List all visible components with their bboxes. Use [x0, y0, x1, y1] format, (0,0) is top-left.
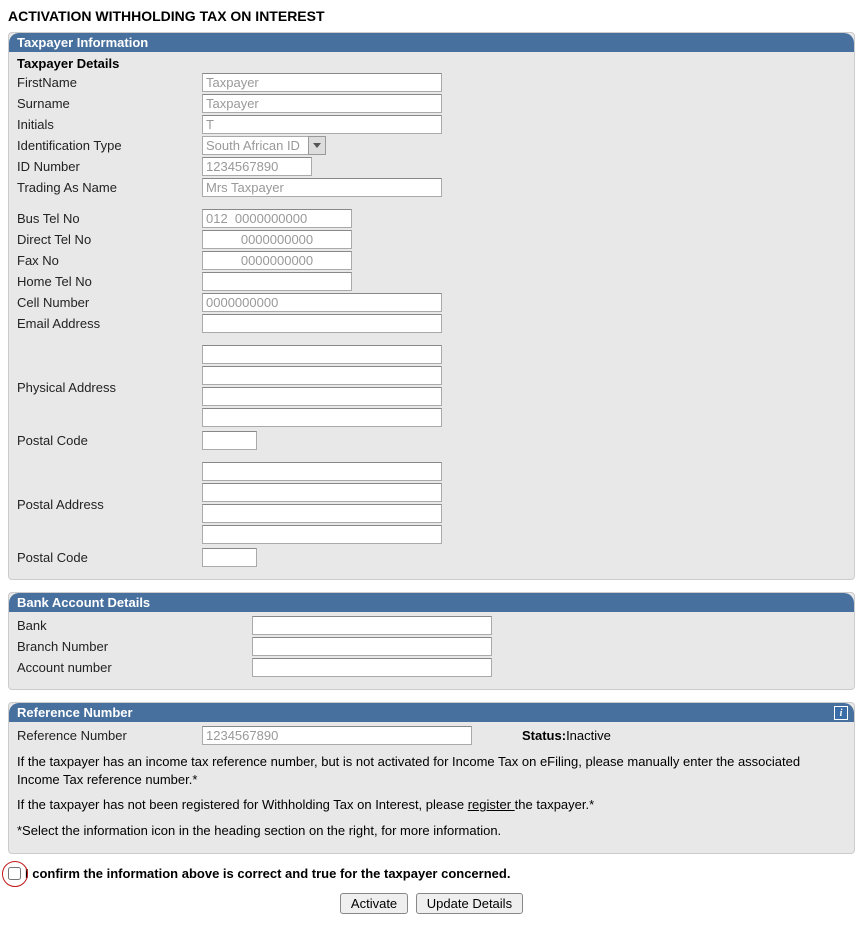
- post-addr-1-input[interactable]: [202, 462, 442, 481]
- direct-tel-input[interactable]: [202, 230, 352, 249]
- cell-input[interactable]: [202, 293, 442, 312]
- post-addr-label: Postal Address: [17, 497, 202, 512]
- ref-note-2: If the taxpayer has not been registered …: [17, 796, 846, 814]
- button-row: Activate Update Details: [8, 893, 855, 914]
- home-tel-input[interactable]: [202, 272, 352, 291]
- id-number-input[interactable]: [202, 157, 312, 176]
- ref-panel-title: Reference Number: [17, 705, 133, 720]
- post-addr-2-input[interactable]: [202, 483, 442, 502]
- fax-label: Fax No: [17, 253, 202, 268]
- branch-label: Branch Number: [17, 639, 252, 654]
- firstname-label: FirstName: [17, 75, 202, 90]
- email-input[interactable]: [202, 314, 442, 333]
- account-label: Account number: [17, 660, 252, 675]
- id-type-select[interactable]: South African ID: [202, 136, 326, 155]
- initials-input[interactable]: [202, 115, 442, 134]
- branch-input[interactable]: [252, 637, 492, 656]
- info-icon[interactable]: i: [834, 706, 848, 720]
- ref-panel: Reference Number i Reference Number Stat…: [8, 702, 855, 854]
- id-type-value: South African ID: [202, 136, 308, 155]
- id-number-label: ID Number: [17, 159, 202, 174]
- status-line: Status:Inactive: [522, 728, 611, 743]
- surname-label: Surname: [17, 96, 202, 111]
- chevron-down-icon: [313, 143, 321, 148]
- surname-input[interactable]: [202, 94, 442, 113]
- ref-note-2b: the taxpayer.*: [515, 797, 595, 812]
- activate-button[interactable]: Activate: [340, 893, 408, 914]
- bank-label: Bank: [17, 618, 252, 633]
- taxpayer-details-heading: Taxpayer Details: [17, 56, 846, 71]
- id-type-dropdown-button[interactable]: [308, 136, 326, 155]
- phys-postal-label: Postal Code: [17, 433, 202, 448]
- phys-addr-2-input[interactable]: [202, 366, 442, 385]
- email-label: Email Address: [17, 316, 202, 331]
- status-value: Inactive: [566, 728, 611, 743]
- ref-note-2a: If the taxpayer has not been registered …: [17, 797, 468, 812]
- fax-input[interactable]: [202, 251, 352, 270]
- firstname-input[interactable]: [202, 73, 442, 92]
- bus-tel-input[interactable]: [202, 209, 352, 228]
- id-type-label: Identification Type: [17, 138, 202, 153]
- bus-tel-label: Bus Tel No: [17, 211, 202, 226]
- page-title: ACTIVATION WITHHOLDING TAX ON INTEREST: [8, 8, 855, 24]
- confirm-row: I confirm the information above is corre…: [8, 866, 855, 881]
- trading-input[interactable]: [202, 178, 442, 197]
- post-addr-3-input[interactable]: [202, 504, 442, 523]
- post-postal-label: Postal Code: [17, 550, 202, 565]
- bank-input[interactable]: [252, 616, 492, 635]
- home-tel-label: Home Tel No: [17, 274, 202, 289]
- phys-addr-4-input[interactable]: [202, 408, 442, 427]
- confirm-label: I confirm the information above is corre…: [25, 866, 510, 881]
- phys-addr-1-input[interactable]: [202, 345, 442, 364]
- status-label: Status:: [522, 728, 566, 743]
- initials-label: Initials: [17, 117, 202, 132]
- taxpayer-panel-header: Taxpayer Information: [9, 33, 854, 52]
- post-addr-4-input[interactable]: [202, 525, 442, 544]
- phys-addr-3-input[interactable]: [202, 387, 442, 406]
- post-postal-input[interactable]: [202, 548, 257, 567]
- direct-tel-label: Direct Tel No: [17, 232, 202, 247]
- bank-panel-header: Bank Account Details: [9, 593, 854, 612]
- ref-note-1: If the taxpayer has an income tax refere…: [17, 753, 846, 788]
- register-link[interactable]: register: [468, 797, 515, 812]
- confirm-checkbox[interactable]: [8, 867, 21, 880]
- ref-panel-header: Reference Number i: [9, 703, 854, 722]
- taxpayer-panel: Taxpayer Information Taxpayer Details Fi…: [8, 32, 855, 580]
- update-details-button[interactable]: Update Details: [416, 893, 523, 914]
- ref-input[interactable]: [202, 726, 472, 745]
- ref-note-3: *Select the information icon in the head…: [17, 822, 846, 840]
- account-input[interactable]: [252, 658, 492, 677]
- phys-addr-label: Physical Address: [17, 380, 202, 395]
- phys-postal-input[interactable]: [202, 431, 257, 450]
- ref-label: Reference Number: [17, 728, 202, 743]
- trading-label: Trading As Name: [17, 180, 202, 195]
- bank-panel: Bank Account Details Bank Branch Number …: [8, 592, 855, 690]
- cell-label: Cell Number: [17, 295, 202, 310]
